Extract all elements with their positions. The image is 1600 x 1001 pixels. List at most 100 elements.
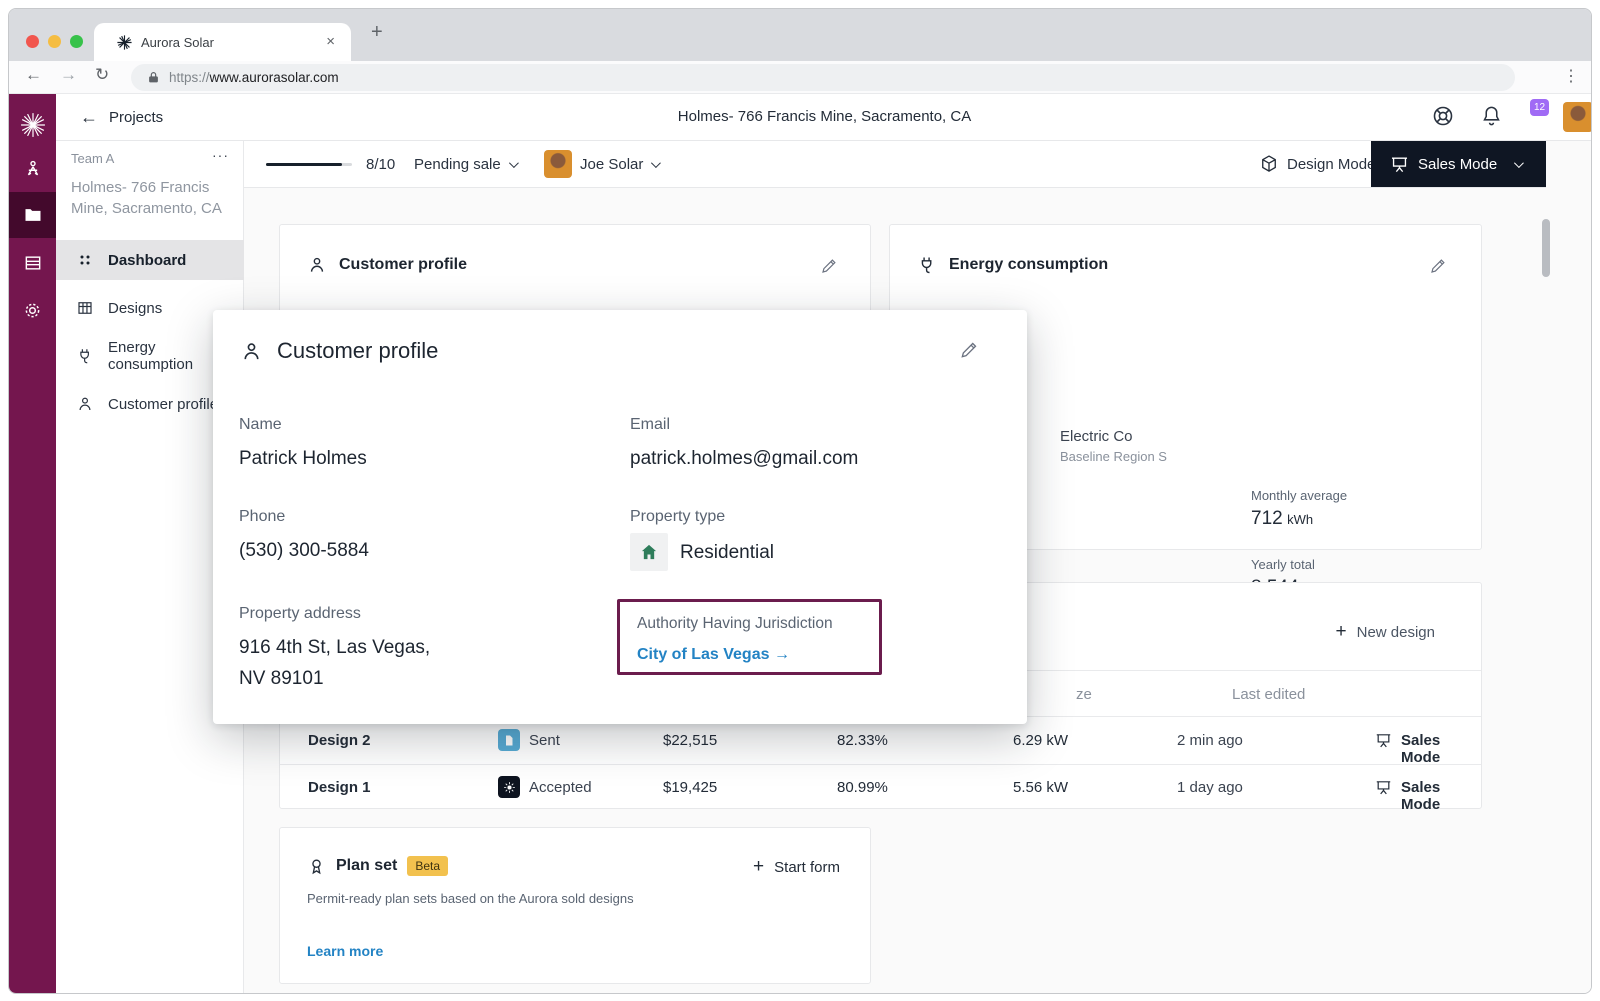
minimize-window-button[interactable] xyxy=(48,35,61,48)
chevron-down-icon xyxy=(651,158,661,168)
owner-dropdown[interactable]: Joe Solar xyxy=(544,141,658,187)
modal-title-row: Customer profile xyxy=(240,338,438,364)
sidebar-item-label: Dashboard xyxy=(108,252,186,269)
monthly-average-label: Monthly average xyxy=(1251,488,1347,503)
rail-agents-button[interactable] xyxy=(9,146,56,192)
ahj-label: Authority Having Jurisdiction xyxy=(637,615,833,633)
lock-icon xyxy=(147,71,160,84)
new-design-label: New design xyxy=(1357,624,1435,641)
user-avatar xyxy=(1563,102,1592,132)
award-ribbon-icon xyxy=(307,857,326,876)
card-title-row: Customer profile xyxy=(307,255,467,275)
design-price: $19,425 xyxy=(663,779,717,796)
plan-set-title: Plan set xyxy=(336,857,397,875)
design-name: Design 2 xyxy=(308,732,371,749)
plus-icon: + xyxy=(753,856,764,878)
modal-title: Customer profile xyxy=(277,338,438,364)
address-bar[interactable]: https://www.aurorasolar.com xyxy=(131,64,1515,91)
user-menu[interactable] xyxy=(1563,102,1592,132)
favicon-aurora-icon xyxy=(116,34,133,51)
design-name: Design 1 xyxy=(308,779,371,796)
plug-icon xyxy=(76,347,94,365)
design-size: 5.56 kW xyxy=(1013,779,1068,796)
design-price: $22,515 xyxy=(663,732,717,749)
project-title: Holmes- 766 Francis Mine, Sacramento, CA xyxy=(56,108,1592,125)
name-label: Name xyxy=(239,416,282,434)
design-mode-label: Design Mode xyxy=(1287,156,1375,173)
status-dropdown-label: Pending sale xyxy=(414,156,501,173)
sidebar-item-label: Customer profile xyxy=(108,396,218,413)
reload-button[interactable]: ↻ xyxy=(95,65,109,85)
edit-pencil-icon[interactable] xyxy=(1429,257,1447,275)
design-offset: 80.99% xyxy=(837,779,888,796)
monthly-average-value: 712 kWh xyxy=(1251,508,1313,530)
card-title: Energy consumption xyxy=(949,256,1108,274)
property-address-line1: 916 4th St, Las Vegas, xyxy=(239,637,430,659)
team-label: Team A xyxy=(71,151,114,166)
rail-projects-button[interactable] xyxy=(9,192,56,238)
design-mode-link[interactable]: Sales Mode xyxy=(1401,779,1481,813)
card-title: Customer profile xyxy=(339,256,467,274)
learn-more-link[interactable]: Learn more xyxy=(307,943,383,959)
browser-window: Aurora Solar × + ← → ↻ https://www.auror… xyxy=(8,8,1592,994)
project-toolbar: 8/10 Pending sale Joe Solar Design Mode … xyxy=(244,141,1546,188)
url-scheme: https:// xyxy=(169,70,210,85)
design-status: Accepted xyxy=(529,779,592,796)
back-button[interactable]: ← xyxy=(25,65,42,85)
utility-rate: Baseline Region S xyxy=(1060,449,1167,464)
tab-strip: Aurora Solar × + xyxy=(9,9,1591,61)
tab-close-icon[interactable]: × xyxy=(326,33,335,50)
status-dropdown[interactable]: Pending sale xyxy=(414,141,516,187)
sidebar-item-dashboard[interactable]: Dashboard xyxy=(56,240,244,280)
notifications-button[interactable] xyxy=(1480,104,1503,132)
ahj-link[interactable]: City of Las Vegas → xyxy=(637,646,790,664)
maximize-window-button[interactable] xyxy=(70,35,83,48)
close-window-button[interactable] xyxy=(26,35,39,48)
house-icon xyxy=(639,542,659,562)
column-header-size-fragment: ze xyxy=(1076,686,1092,703)
edit-pencil-icon[interactable] xyxy=(820,257,838,275)
phone-label: Phone xyxy=(239,508,285,526)
sales-mode-dropdown[interactable]: Sales Mode xyxy=(1371,141,1546,187)
more-options-icon[interactable]: ··· xyxy=(212,147,229,163)
person-star-icon xyxy=(23,159,43,179)
forward-button[interactable]: → xyxy=(60,65,77,85)
property-type-label: Property type xyxy=(630,508,725,526)
bell-icon xyxy=(1480,104,1503,127)
card-title-row: Energy consumption xyxy=(917,255,1108,275)
edit-pencil-icon[interactable] xyxy=(959,340,979,360)
scrollbar-thumb[interactable] xyxy=(1542,219,1550,277)
property-type-value: Residential xyxy=(680,542,774,564)
browser-menu-icon[interactable]: ⋮ xyxy=(1563,66,1579,86)
phone-value: (530) 300-5884 xyxy=(239,540,369,562)
tab-title: Aurora Solar xyxy=(141,35,214,50)
design-mode-link[interactable]: Sales Mode xyxy=(1401,732,1481,766)
design-last-edited: 2 min ago xyxy=(1177,732,1243,749)
new-design-button[interactable]: + New design xyxy=(1336,621,1436,643)
presentation-icon xyxy=(1390,155,1409,174)
rail-settings-button[interactable] xyxy=(9,287,56,333)
utility-name: Electric Co xyxy=(1060,428,1133,445)
owner-avatar xyxy=(544,150,572,178)
help-button[interactable] xyxy=(1431,104,1455,133)
yearly-total-label: Yearly total xyxy=(1251,557,1315,572)
app-rail xyxy=(9,94,56,994)
rail-list-button[interactable] xyxy=(9,240,56,286)
ahj-highlight-box: Authority Having Jurisdiction City of La… xyxy=(617,599,882,675)
milestone-progress-bar[interactable] xyxy=(266,163,352,166)
app-header: ← Projects Holmes- 766 Francis Mine, Sac… xyxy=(56,94,1592,141)
new-tab-button[interactable]: + xyxy=(371,21,383,44)
plan-set-description: Permit-ready plan sets based on the Auro… xyxy=(307,891,634,906)
start-form-button[interactable]: + Start form xyxy=(753,856,840,878)
property-address-line2: NV 89101 xyxy=(239,668,324,690)
plug-icon xyxy=(917,255,937,275)
person-icon xyxy=(307,255,327,275)
browser-tab[interactable]: Aurora Solar × xyxy=(94,23,351,61)
column-header-last-edited: Last edited xyxy=(1232,686,1305,703)
divider xyxy=(280,764,1481,765)
chevron-down-icon xyxy=(1514,158,1524,168)
folder-icon xyxy=(23,205,43,225)
accepted-sun-icon xyxy=(498,776,520,798)
table-grid-icon xyxy=(76,299,94,317)
email-label: Email xyxy=(630,416,670,434)
